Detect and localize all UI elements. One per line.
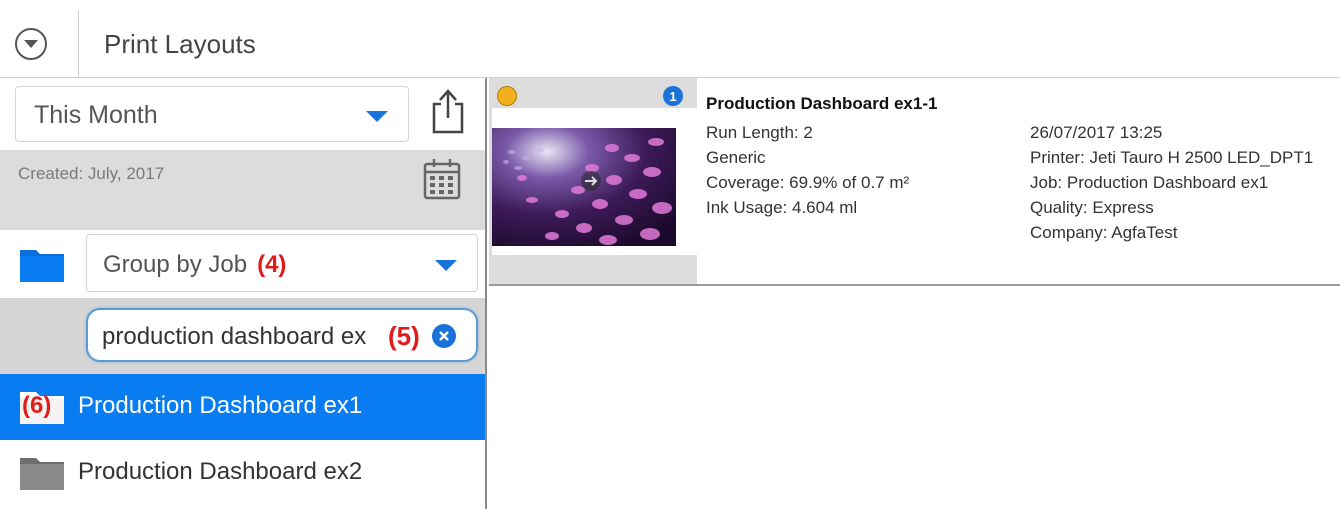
page-title: Print Layouts bbox=[104, 29, 256, 59]
group-row: Group by Job (4) bbox=[0, 230, 485, 298]
annotation-marker: (6) bbox=[22, 392, 52, 419]
export-icon[interactable] bbox=[428, 88, 468, 134]
chevron-down-icon bbox=[366, 111, 388, 122]
layout-thumbnail-column: 1 bbox=[489, 78, 697, 284]
run-length: Run Length: 2 bbox=[706, 123, 813, 142]
group-by-dropdown[interactable]: Group by Job (4) bbox=[86, 234, 478, 292]
group-by-label-wrap: Group by Job (4) bbox=[103, 251, 286, 279]
annotation-marker: (4) bbox=[257, 251, 287, 278]
search-row: production dashboard ex (5) bbox=[0, 298, 485, 374]
clear-icon[interactable] bbox=[432, 324, 456, 348]
job-list-item[interactable]: (6) Production Dashboard ex1 bbox=[0, 374, 485, 440]
layout-title: Production Dashboard ex1-1 bbox=[706, 94, 938, 113]
period-dropdown-value: This Month bbox=[34, 101, 158, 129]
layout-details-right: 26/07/2017 13:25 Printer: Jeti Tauro H 2… bbox=[1030, 120, 1313, 245]
created-row: Created: July, 2017 bbox=[0, 150, 485, 230]
group-by-value: Group by Job bbox=[103, 251, 248, 278]
status-indicator bbox=[497, 86, 517, 106]
chevron-down-circle-icon[interactable] bbox=[15, 28, 47, 60]
job-list-item-label: Production Dashboard ex2 bbox=[78, 458, 363, 485]
filter-sidebar: This Month Created: July, 2017 Group by … bbox=[0, 78, 487, 509]
arrow-right-icon bbox=[581, 171, 601, 191]
calendar-icon[interactable] bbox=[422, 156, 462, 202]
search-field[interactable]: production dashboard ex (5) bbox=[86, 308, 478, 362]
job-list-item[interactable]: Production Dashboard ex2 bbox=[0, 440, 485, 506]
period-row: This Month bbox=[0, 78, 485, 150]
print-layout-card[interactable]: 1 Production Dashboard ex1-1 Run Length:… bbox=[489, 78, 1340, 286]
quality: Quality: Express bbox=[1030, 198, 1154, 217]
job-list-item-label: Production Dashboard ex1 bbox=[78, 392, 363, 419]
media-type: Generic bbox=[706, 148, 766, 167]
timestamp: 26/07/2017 13:25 bbox=[1030, 123, 1163, 142]
period-dropdown[interactable]: This Month bbox=[15, 86, 409, 142]
layout-details-left: Run Length: 2 Generic Coverage: 69.9% of… bbox=[706, 120, 909, 220]
company: Company: AgfaTest bbox=[1030, 223, 1178, 242]
folder-icon bbox=[18, 246, 66, 284]
chevron-down-icon bbox=[435, 260, 457, 271]
printer: Printer: Jeti Tauro H 2500 LED_DPT1 bbox=[1030, 148, 1314, 167]
count-badge: 1 bbox=[663, 86, 683, 106]
layout-thumbnail[interactable] bbox=[492, 108, 697, 255]
header-divider bbox=[78, 10, 79, 78]
job-name: Job: Production Dashboard ex1 bbox=[1030, 173, 1269, 192]
created-label: Created: July, 2017 bbox=[18, 164, 165, 183]
search-input[interactable]: production dashboard ex bbox=[102, 323, 366, 351]
folder-icon bbox=[18, 454, 66, 492]
coverage: Coverage: 69.9% of 0.7 m² bbox=[706, 173, 910, 192]
app-header: Print Layouts bbox=[0, 0, 1340, 78]
annotation-marker: (5) bbox=[388, 321, 420, 351]
ink-usage: Ink Usage: 4.604 ml bbox=[706, 198, 858, 217]
